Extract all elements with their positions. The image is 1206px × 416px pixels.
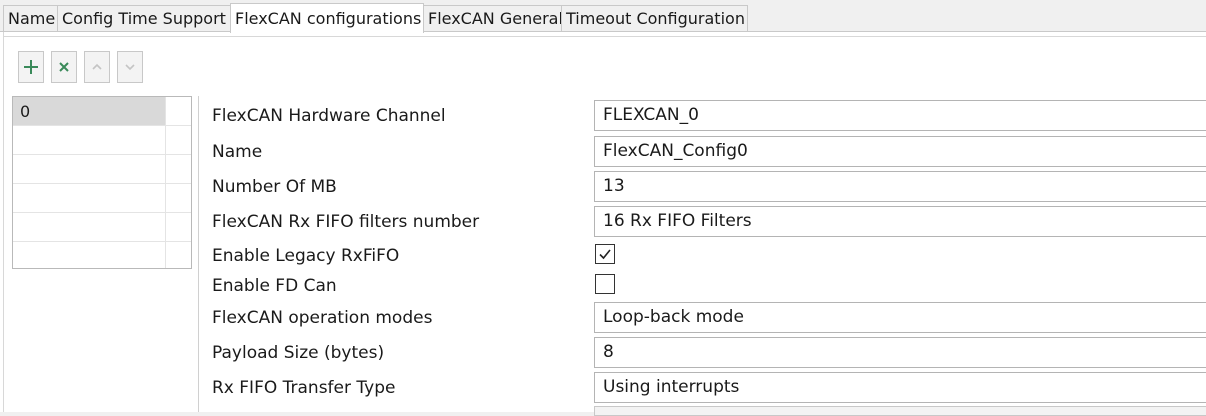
list-cell xyxy=(166,213,191,242)
hardware-channel-field[interactable]: FLEXCAN_0 xyxy=(594,100,1206,131)
properties-divider xyxy=(198,96,199,412)
list-cell xyxy=(166,126,191,155)
next-field[interactable] xyxy=(594,406,1206,416)
rx-fifo-filters-label: FlexCAN Rx FIFO filters number xyxy=(212,212,480,232)
tab-strip-baseline xyxy=(0,31,1206,32)
payload-size-field[interactable]: 8 xyxy=(594,337,1206,368)
list-item[interactable] xyxy=(13,213,165,242)
x-icon xyxy=(59,62,69,72)
enable-legacy-rxfifo-checkbox[interactable] xyxy=(595,244,615,264)
number-of-mb-label: Number Of MB xyxy=(212,177,337,197)
tab-config-time-support[interactable]: Config Time Support xyxy=(57,5,231,31)
operation-modes-field[interactable]: Loop-back mode xyxy=(594,302,1206,333)
list-item[interactable]: 0 xyxy=(13,97,165,126)
plus-icon xyxy=(24,60,38,74)
enable-legacy-rxfifo-label: Enable Legacy RxFiFO xyxy=(212,246,400,266)
enable-fd-can-checkbox[interactable] xyxy=(595,274,615,294)
tab-name[interactable]: Name xyxy=(3,5,59,31)
rx-fifo-filters-field[interactable]: 16 Rx FIFO Filters xyxy=(594,206,1206,237)
payload-size-label: Payload Size (bytes) xyxy=(212,343,385,363)
list-item[interactable] xyxy=(13,184,165,213)
panel-border xyxy=(3,36,1206,37)
name-field[interactable]: FlexCAN_Config0 xyxy=(594,136,1206,167)
operation-modes-label: FlexCAN operation modes xyxy=(212,308,433,328)
rx-fifo-transfer-type-label: Rx FIFO Transfer Type xyxy=(212,378,396,398)
configuration-list[interactable]: 0 xyxy=(12,96,192,269)
number-of-mb-field[interactable]: 13 xyxy=(594,171,1206,202)
tab-timeout-configuration[interactable]: Timeout Configuration xyxy=(561,5,748,31)
chevron-up-icon xyxy=(92,63,102,70)
tab-flexcan-general[interactable]: FlexCAN General xyxy=(423,5,562,31)
move-up-button[interactable] xyxy=(84,51,110,83)
move-down-button[interactable] xyxy=(117,51,143,83)
enable-fd-can-label: Enable FD Can xyxy=(212,276,337,296)
rx-fifo-transfer-type-field[interactable]: Using interrupts xyxy=(594,372,1206,403)
list-cell xyxy=(166,97,191,126)
chevron-down-icon xyxy=(125,64,135,71)
checkmark-icon xyxy=(599,249,611,260)
list-item[interactable] xyxy=(13,155,165,184)
remove-button[interactable] xyxy=(51,51,77,83)
list-item[interactable] xyxy=(13,242,165,271)
tab-strip: Name Config Time Support FlexCAN configu… xyxy=(0,0,1206,33)
hardware-channel-label: FlexCAN Hardware Channel xyxy=(212,106,446,126)
list-cell xyxy=(166,155,191,184)
name-label: Name xyxy=(212,142,263,162)
add-button[interactable] xyxy=(18,51,44,83)
tab-flexcan-configurations[interactable]: FlexCAN configurations xyxy=(230,3,424,33)
list-item[interactable] xyxy=(13,126,165,155)
panel-border xyxy=(3,32,4,412)
list-cell xyxy=(166,184,191,213)
